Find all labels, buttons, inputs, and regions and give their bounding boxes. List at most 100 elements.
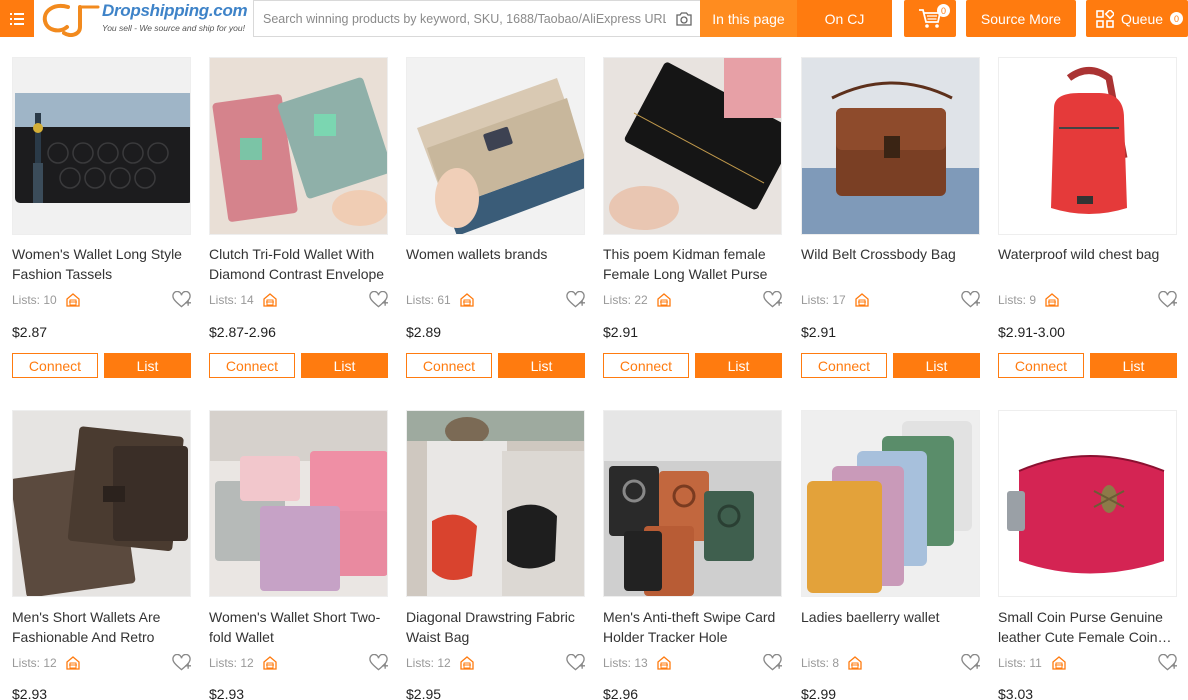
heart-icon[interactable] (763, 654, 782, 672)
product-image[interactable] (603, 57, 782, 235)
shop-icon[interactable] (1044, 292, 1060, 308)
product-image[interactable] (406, 57, 585, 235)
shop-icon[interactable] (65, 655, 81, 671)
product-image[interactable] (12, 410, 191, 597)
shop-icon[interactable] (262, 655, 278, 671)
product-title[interactable]: Women's Wallet Short Two-fold Wallet (209, 607, 388, 647)
product-image[interactable] (603, 410, 782, 597)
product-title[interactable]: Men's Short Wallets Are Fashionable And … (12, 607, 191, 647)
heart-icon[interactable] (961, 291, 980, 309)
product-price: $2.96 (603, 686, 639, 700)
heart-icon[interactable] (566, 291, 585, 309)
wallet-image (604, 58, 781, 234)
product-title[interactable]: Clutch Tri-Fold Wallet With Diamond Cont… (209, 244, 388, 284)
heart-icon[interactable] (566, 654, 585, 672)
menu-icon-row (10, 17, 24, 20)
search-in-page-button[interactable]: In this page (700, 0, 797, 37)
heart-icon[interactable] (763, 291, 782, 309)
connect-button[interactable]: Connect (998, 353, 1084, 378)
shop-icon[interactable] (459, 292, 475, 308)
shop-icon[interactable] (1051, 655, 1067, 671)
shop-icon[interactable] (847, 655, 863, 671)
product-image[interactable] (406, 410, 585, 597)
shop-icon[interactable] (262, 292, 278, 308)
lists-row: Lists: 12 (406, 654, 585, 674)
lists-row: Lists: 11 (998, 654, 1177, 674)
shop-icon[interactable] (65, 292, 81, 308)
product-image[interactable] (209, 57, 388, 235)
product-image[interactable] (801, 57, 980, 235)
product-title[interactable]: Small Coin Purse Genuine leather Cute Fe… (998, 607, 1177, 647)
list-button[interactable]: List (893, 353, 980, 378)
list-button[interactable]: List (498, 353, 585, 378)
heart-icon[interactable] (1158, 654, 1177, 672)
list-button[interactable]: List (301, 353, 388, 378)
product-image[interactable] (209, 410, 388, 597)
heart-icon[interactable] (961, 654, 980, 672)
product-title[interactable]: Women wallets brands (406, 244, 585, 264)
product-title[interactable]: Waterproof wild chest bag (998, 244, 1177, 264)
shop-icon[interactable] (656, 292, 672, 308)
list-button[interactable]: List (104, 353, 191, 378)
lists-count: Lists: 12 (209, 656, 254, 670)
heart-icon[interactable] (172, 654, 191, 672)
lists-count: Lists: 22 (603, 293, 648, 307)
queue-count-badge: 0 (1170, 12, 1184, 25)
product-title[interactable]: Wild Belt Crossbody Bag (801, 244, 980, 264)
search-on-cj-button[interactable]: On CJ (797, 0, 892, 37)
product-image[interactable] (998, 57, 1177, 235)
list-button[interactable]: List (695, 353, 782, 378)
wallet-image (210, 58, 387, 234)
lists-row: Lists: 12 (12, 654, 191, 674)
heart-icon[interactable] (172, 291, 191, 309)
lists-count: Lists: 61 (406, 293, 451, 307)
product-price: $2.91 (603, 324, 639, 340)
lists-row: Lists: 10 (12, 291, 191, 311)
lists-count: Lists: 11 (998, 656, 1042, 670)
lists-count: Lists: 12 (12, 656, 57, 670)
lists-count: Lists: 8 (801, 656, 840, 670)
product-price: $2.93 (12, 686, 48, 700)
top-header: Dropshipping.com You sell - We source an… (0, 0, 1188, 38)
shop-icon[interactable] (656, 655, 672, 671)
search-box[interactable] (253, 0, 700, 37)
shop-icon[interactable] (459, 655, 475, 671)
queue-button[interactable]: Queue 0 (1086, 0, 1188, 37)
menu-icon-row (10, 22, 24, 25)
product-price: $2.99 (801, 686, 837, 700)
search-input[interactable] (254, 1, 666, 36)
logo-text: Dropshipping.com (102, 1, 248, 20)
connect-button[interactable]: Connect (12, 353, 98, 378)
lists-row: Lists: 17 (801, 291, 980, 311)
connect-button[interactable]: Connect (209, 353, 295, 378)
product-image[interactable] (801, 410, 980, 597)
purse-image (999, 411, 1176, 596)
lists-count: Lists: 12 (406, 656, 451, 670)
connect-button[interactable]: Connect (406, 353, 492, 378)
product-image[interactable] (12, 57, 191, 235)
connect-button[interactable]: Connect (603, 353, 689, 378)
queue-icon (1096, 9, 1114, 28)
wallet-image (604, 411, 781, 596)
heart-icon[interactable] (1158, 291, 1177, 309)
heart-icon[interactable] (369, 291, 388, 309)
product-title[interactable]: Men's Anti-theft Swipe Card Holder Track… (603, 607, 782, 647)
product-image[interactable] (998, 410, 1177, 597)
cj-logo-icon (42, 4, 100, 37)
connect-button[interactable]: Connect (801, 353, 887, 378)
product-title[interactable]: Diagonal Drawstring Fabric Waist Bag (406, 607, 585, 647)
camera-icon[interactable] (675, 10, 693, 28)
list-button[interactable]: List (1090, 353, 1177, 378)
lists-row: Lists: 12 (209, 654, 388, 674)
site-logo[interactable]: Dropshipping.com You sell - We source an… (40, 0, 250, 38)
shop-icon[interactable] (854, 292, 870, 308)
product-title[interactable]: Ladies baellerry wallet (801, 607, 980, 627)
product-title[interactable]: This poem Kidman female Female Long Wall… (603, 244, 782, 284)
heart-icon[interactable] (369, 654, 388, 672)
product-title[interactable]: Women's Wallet Long Style Fashion Tassel… (12, 244, 191, 284)
product-price: $2.95 (406, 686, 442, 700)
menu-button[interactable] (0, 0, 34, 37)
cart-button[interactable]: 0 (904, 0, 956, 37)
source-more-button[interactable]: Source More (966, 0, 1076, 37)
wallet-image (802, 411, 979, 596)
